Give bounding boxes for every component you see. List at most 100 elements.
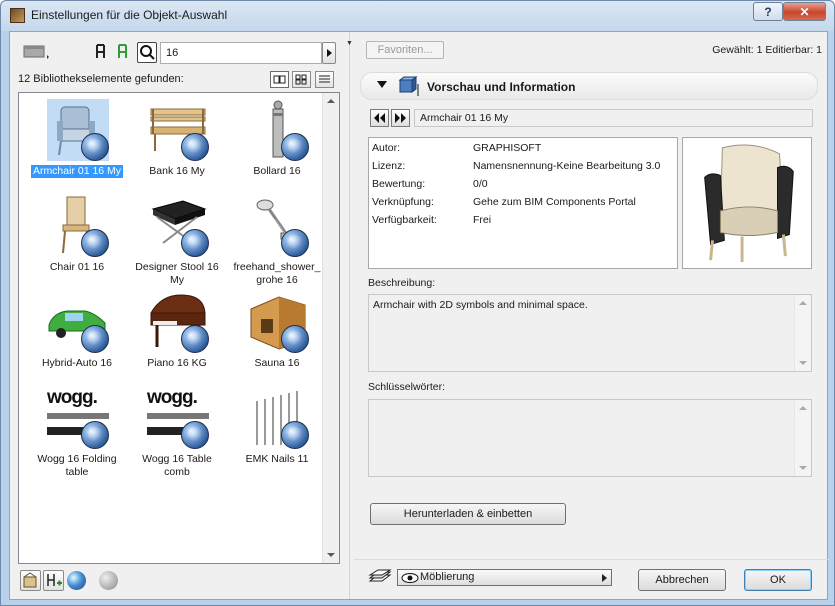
window-title: Einstellungen für die Objekt-Auswahl: [31, 8, 228, 22]
search-go-button[interactable]: [322, 42, 336, 64]
archicad-app-icon: [10, 8, 25, 23]
library-item-armchair[interactable]: Armchair 01 16 My: [29, 99, 125, 193]
object-filter-icon[interactable]: [94, 44, 108, 60]
library-item-hybrid-auto[interactable]: Hybrid-Auto 16: [29, 291, 125, 385]
library-pane: 16 12 Bibliothekselemente gefunden: Armc…: [10, 32, 347, 599]
bim-portal-globe-icon: [181, 421, 209, 449]
library-item-wogg-table-comb[interactable]: wogg. Wogg 16 Table comb: [129, 387, 225, 481]
library-folder-icon: [23, 45, 49, 59]
bim-globe-disabled-icon: [99, 571, 118, 590]
info-table: Autor: GRAPHISOFT Lizenz: Namensnennung-…: [368, 137, 678, 269]
chair-black-icon: [96, 44, 105, 58]
preview-info-icon: [398, 76, 419, 96]
previous-object-button[interactable]: [370, 109, 389, 127]
add-library-button[interactable]: [43, 570, 64, 591]
description-field[interactable]: Armchair with 2D symbols and minimal spa…: [368, 294, 812, 372]
pane-divider[interactable]: [349, 32, 350, 599]
list-view-button[interactable]: [315, 71, 334, 88]
search-input[interactable]: 16: [160, 42, 322, 64]
bim-disabled-button[interactable]: [98, 570, 119, 591]
download-embed-button[interactable]: Herunterladen & einbetten: [370, 503, 566, 525]
help-button[interactable]: ?: [753, 2, 783, 21]
wogg-logo-text: wogg.: [147, 387, 198, 408]
bim-portal-globe-icon: [181, 133, 209, 161]
info-author-value: GRAPHISOFT: [473, 142, 542, 154]
scroll-up-arrow-icon[interactable]: [327, 99, 335, 103]
collapse-arrow-icon[interactable]: ▼: [346, 40, 353, 47]
object-preview: [682, 137, 812, 269]
bim-portal-globe-icon: [81, 133, 109, 161]
library-item-designer-stool[interactable]: Designer Stool 16 My: [129, 195, 225, 289]
favorites-button[interactable]: Favoriten...: [366, 41, 444, 59]
item-label: EMK Nails 11: [245, 453, 309, 465]
bim-portal-globe-icon: [81, 421, 109, 449]
close-button[interactable]: ✕: [783, 2, 826, 21]
library-item-sauna[interactable]: Sauna 16: [229, 291, 325, 385]
layer-combo-value: Möblierung: [420, 571, 475, 583]
library-item-bank[interactable]: Bank 16 My: [129, 99, 225, 193]
item-label: Wogg 16 Folding table: [37, 453, 117, 478]
info-author-key: Autor:: [372, 142, 401, 154]
list-icon: [319, 75, 330, 83]
item-label: Bank 16 My: [149, 165, 205, 177]
cancel-button[interactable]: Abbrechen: [638, 569, 726, 591]
library-item-wogg-folding[interactable]: wogg. Wogg 16 Folding table: [29, 387, 125, 481]
scroll-down-arrow-icon[interactable]: [799, 361, 807, 365]
library-item-piano[interactable]: Piano 16 KG: [129, 291, 225, 385]
description-scrollbar[interactable]: [794, 295, 811, 371]
large-icon-view-button[interactable]: [270, 71, 289, 88]
small-icon-view-button[interactable]: [292, 71, 311, 88]
bim-components-button[interactable]: [66, 570, 87, 591]
next-icon: [395, 113, 406, 123]
next-object-button[interactable]: [391, 109, 410, 127]
library-item-chair[interactable]: Chair 01 16: [29, 195, 125, 289]
bim-portal-globe-icon: [281, 229, 309, 257]
selection-status: Gewählt: 1 Editierbar: 1: [712, 44, 822, 56]
scroll-down-arrow-icon[interactable]: [799, 466, 807, 470]
scroll-up-arrow-icon[interactable]: [799, 406, 807, 410]
keywords-label: Schlüsselwörter:: [368, 381, 446, 393]
item-label: Piano 16 KG: [147, 357, 207, 369]
bim-portal-globe-icon: [81, 229, 109, 257]
info-link-value[interactable]: Gehe zum BIM Components Portal: [473, 196, 636, 208]
large-icons-icon: [273, 75, 286, 84]
info-license-value: Namensnennung-Keine Bearbeitung 3.0: [473, 160, 661, 172]
library-item-shower[interactable]: freehand_shower_ grohe 16: [229, 195, 325, 289]
info-link-key: Verknüpfung:: [372, 196, 434, 208]
wogg-logo-text: wogg.: [47, 387, 98, 408]
scroll-down-arrow-icon[interactable]: [327, 553, 335, 557]
bim-portal-globe-icon: [181, 325, 209, 353]
library-scrollbar[interactable]: [322, 93, 339, 563]
keywords-field[interactable]: [368, 399, 812, 477]
bim-portal-globe-icon: [181, 229, 209, 257]
ok-button[interactable]: OK: [744, 569, 812, 591]
library-item-emk-nails[interactable]: EMK Nails 11: [229, 387, 325, 481]
placed-filter-icon[interactable]: [116, 44, 130, 60]
description-text: Armchair with 2D symbols and minimal spa…: [373, 299, 588, 311]
bim-globe-icon: [67, 571, 86, 590]
item-label: Chair 01 16: [49, 261, 105, 273]
scroll-up-arrow-icon[interactable]: [799, 301, 807, 305]
section-title: Vorschau und Information: [427, 80, 576, 94]
info-rating-key: Bewertung:: [372, 178, 426, 190]
dialog-body: 16 12 Bibliothekselemente gefunden: Armc…: [9, 31, 828, 600]
bim-portal-globe-icon: [81, 325, 109, 353]
results-count: 12 Bibliothekselemente gefunden:: [18, 73, 184, 85]
section-collapse-icon[interactable]: [377, 81, 387, 88]
title-bar[interactable]: Einstellungen für die Objekt-Auswahl ? ✕: [1, 1, 834, 31]
table-top-shape: [47, 413, 109, 419]
library-item-bollard[interactable]: Bollard 16: [229, 99, 325, 193]
item-label: Designer Stool 16 My: [135, 261, 219, 286]
armchair-preview-image: [704, 144, 794, 263]
layer-combo[interactable]: Möblierung: [397, 569, 612, 586]
item-label: Hybrid-Auto 16: [41, 357, 113, 369]
layer-icon: [368, 569, 392, 587]
library-folder-button[interactable]: [22, 43, 50, 60]
preview-section-header[interactable]: Vorschau und Information: [360, 72, 818, 100]
bim-portal-globe-icon: [281, 421, 309, 449]
library-items-grid[interactable]: Armchair 01 16 My Bank 16 My Bollard 16 …: [18, 92, 340, 564]
search-toggle-button[interactable]: [137, 42, 157, 63]
keywords-scrollbar[interactable]: [794, 400, 811, 476]
chair-green-icon: [118, 44, 127, 58]
library-manager-button[interactable]: [20, 570, 41, 591]
